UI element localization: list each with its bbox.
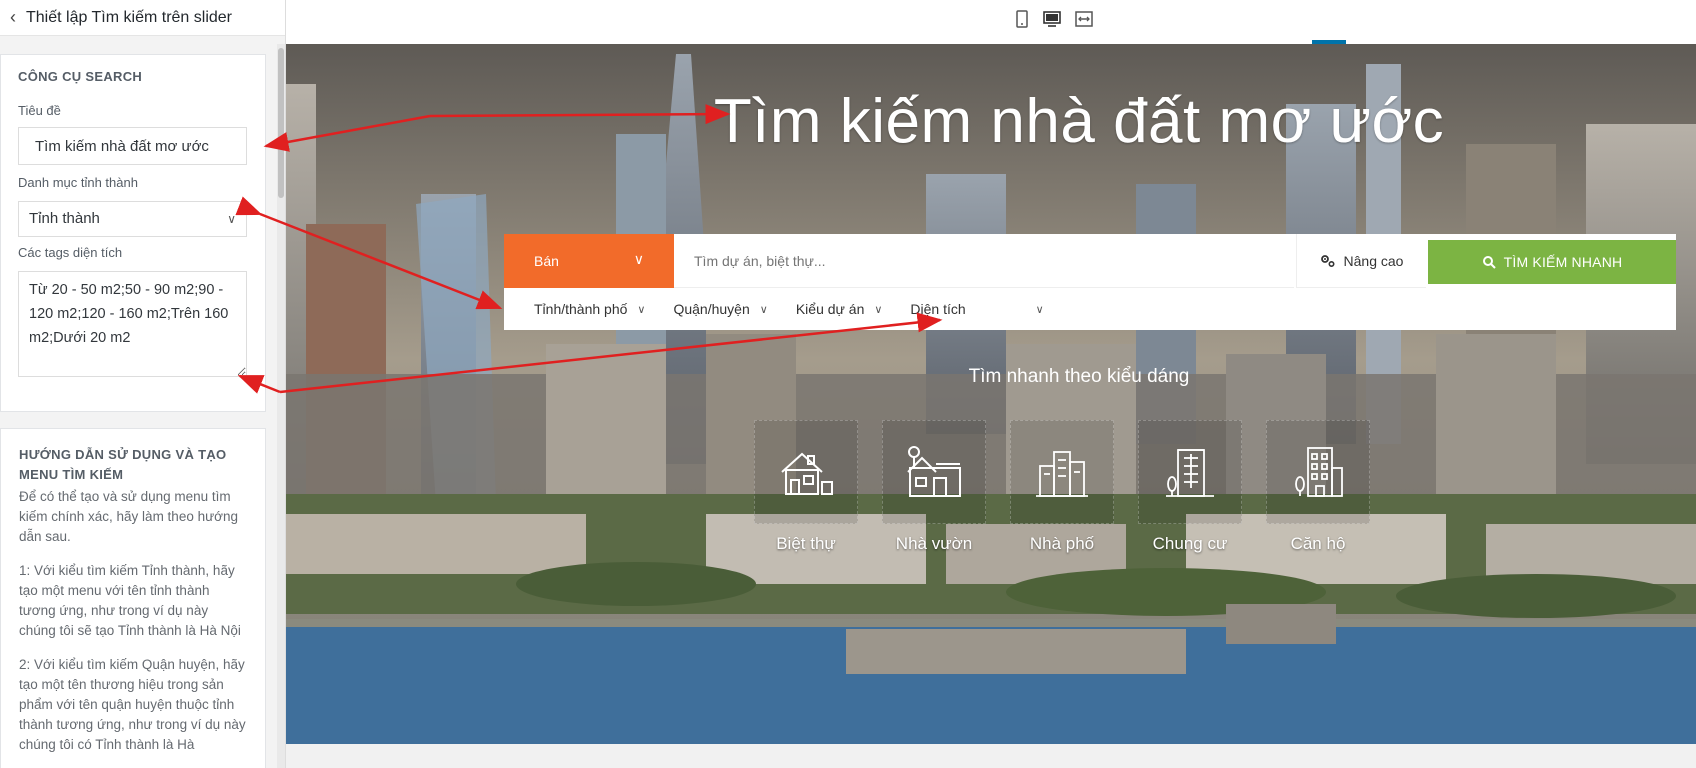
filter-province[interactable]: Tỉnh/thành phố ∨ <box>534 301 645 317</box>
type-card-apartment[interactable]: Chung cư <box>1138 420 1242 560</box>
search-tool-section: CÔNG CỤ SEARCH Tiêu đề Danh mục tỉnh thà… <box>0 54 266 412</box>
panel-scrollbar[interactable] <box>277 44 285 768</box>
chevron-down-icon: ∨ <box>1035 303 1044 316</box>
type-label: Nhà phố <box>1029 534 1095 553</box>
filter-label: Kiểu dự án <box>795 301 865 317</box>
condo-icon <box>1295 447 1343 497</box>
province-label: Danh mục tỉnh thành <box>18 175 138 190</box>
type-icon-box <box>1010 420 1114 524</box>
type-label: Chung cư <box>1152 534 1228 553</box>
guide-step-1: 1: Với kiểu tìm kiếm Tỉnh thành, hãy tạo… <box>19 563 241 638</box>
section-heading: CÔNG CỤ SEARCH <box>18 69 143 84</box>
chevron-down-icon: ∨ <box>227 212 236 226</box>
guide-section: HƯỚNG DẪN SỬ DỤNG VÀ TẠO MENU TÌM KIẾM Đ… <box>0 428 266 768</box>
type-card-condo[interactable]: Căn hộ <box>1266 420 1370 560</box>
area-tags-textarea[interactable]: Từ 20 - 50 m2;50 - 90 m2;90 - 120 m2;120… <box>18 271 247 377</box>
guide-heading: HƯỚNG DẪN SỬ DỤNG VÀ TẠO MENU TÌM KIẾM <box>19 447 227 482</box>
townhouse-icon <box>1036 451 1088 497</box>
settings-panel: ‹ Thiết lập Tìm kiếm trên slider CÔNG CỤ… <box>0 0 286 768</box>
guide-step-2: 2: Với kiểu tìm kiếm Quận huyện, hãy tạo… <box>19 657 246 752</box>
garden-house-icon <box>907 446 961 497</box>
tags-label: Các tags diện tích <box>18 245 123 260</box>
title-input[interactable] <box>18 127 247 165</box>
chevron-down-icon: ∨ <box>874 303 883 316</box>
panel-header: ‹ Thiết lập Tìm kiếm trên slider <box>0 0 285 36</box>
keyword-search-input[interactable] <box>674 234 1294 288</box>
filter-area[interactable]: Diện tích ∨ <box>910 301 1043 317</box>
desktop-icon <box>1043 11 1061 27</box>
filter-project-type[interactable]: Kiểu dự án ∨ <box>796 301 883 317</box>
chevron-down-icon: ∨ <box>637 303 646 316</box>
quick-type-heading: Tìm nhanh theo kiểu dáng <box>968 366 1190 387</box>
scrollbar-thumb[interactable] <box>278 48 284 198</box>
province-select-value: Tỉnh thành <box>29 210 100 227</box>
mobile-preview-button[interactable] <box>1010 8 1034 30</box>
type-label: Nhà vườn <box>895 534 973 553</box>
type-card-villa[interactable]: Biệt thự <box>754 420 858 560</box>
gears-icon <box>1320 254 1335 267</box>
type-icon-box <box>1138 420 1242 524</box>
type-label: Biệt thự <box>776 534 836 553</box>
quick-search-button[interactable]: TÌM KIẾM NHANH <box>1428 240 1676 284</box>
type-icon-box <box>882 420 986 524</box>
sale-type-select[interactable]: Bán ∨ <box>504 234 674 288</box>
type-icon-box <box>1266 420 1370 524</box>
filter-label: Quận/huyện <box>673 301 750 317</box>
quick-search-label: TÌM KIẾM NHANH <box>1503 254 1623 270</box>
apartment-building-icon <box>1166 449 1214 497</box>
chevron-down-icon: ∨ <box>759 303 768 316</box>
filter-label: Diện tích <box>910 301 966 317</box>
sale-type-value: Bán <box>534 253 559 269</box>
panel-title: Thiết lập Tìm kiếm trên slider <box>26 8 232 26</box>
filter-label: Tỉnh/thành phố <box>534 301 628 317</box>
back-arrow-icon[interactable]: ‹ <box>0 0 26 36</box>
type-card-townhouse[interactable]: Nhà phố <box>1010 420 1114 560</box>
slider-preview: Tìm kiếm nhà đất mơ ước Bán ∨ Nâng cao T… <box>286 44 1696 744</box>
type-label: Căn hộ <box>1290 534 1346 553</box>
type-icon-box <box>754 420 858 524</box>
villa-icon <box>781 452 833 495</box>
title-label: Tiêu đề <box>18 103 61 118</box>
desktop-preview-button[interactable] <box>1040 8 1064 30</box>
filter-district[interactable]: Quận/huyện ∨ <box>673 301 767 317</box>
guide-intro: Để có thể tạo và sử dụng menu tìm kiếm c… <box>19 489 238 544</box>
type-card-garden-house[interactable]: Nhà vườn <box>882 420 986 560</box>
mobile-icon <box>1016 10 1028 28</box>
fullwidth-icon <box>1075 11 1093 27</box>
search-box: Bán ∨ Nâng cao TÌM KIẾM NHANH Tỉnh/thành… <box>504 234 1676 330</box>
province-select[interactable]: Tỉnh thành ∨ <box>18 201 247 237</box>
device-preview-bar <box>286 0 1696 44</box>
fullwidth-preview-button[interactable] <box>1072 8 1096 30</box>
advanced-search-label: Nâng cao <box>1343 252 1404 269</box>
filter-row: Tỉnh/thành phố ∨ Quận/huyện ∨ Kiểu dự án… <box>504 288 1676 330</box>
chevron-down-icon: ∨ <box>633 251 644 267</box>
search-icon <box>1482 256 1496 269</box>
advanced-search-button[interactable]: Nâng cao <box>1296 234 1426 288</box>
hero-title: Tìm kiếm nhà đất mơ ước <box>713 87 1445 156</box>
